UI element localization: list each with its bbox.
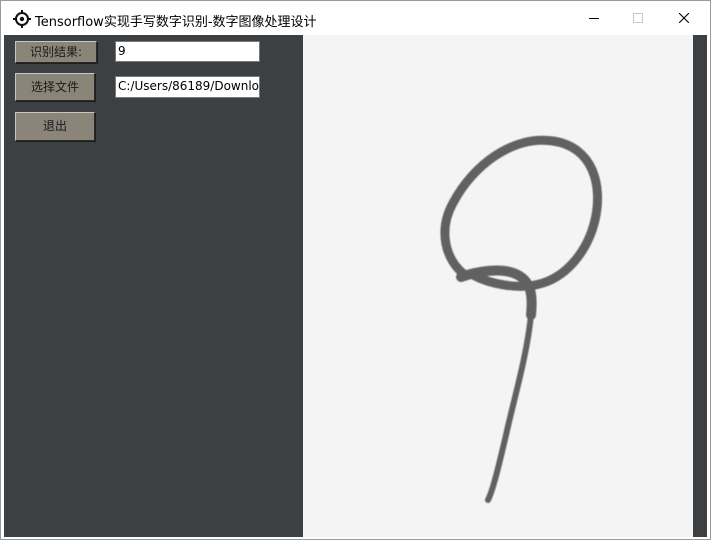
exit-button[interactable]: 退出: [15, 112, 95, 141]
minimize-icon: [589, 18, 599, 19]
close-button[interactable]: [661, 1, 707, 35]
target-crosshair-icon: [13, 10, 31, 28]
result-output-field[interactable]: 9: [115, 41, 260, 62]
window-title: Tensorflow实现手写数字识别-数字图像处理设计: [35, 15, 317, 30]
maximize-button[interactable]: [615, 1, 661, 35]
close-icon: [679, 13, 689, 23]
right-edge-bar: [693, 35, 707, 537]
minimize-button[interactable]: [571, 1, 617, 35]
handwritten-digit-image: [303, 35, 693, 537]
app-window: Tensorflow实现手写数字识别-数字图像处理设计 识别结果: 9 选择文件…: [0, 0, 711, 540]
result-label: 识别结果:: [15, 41, 97, 63]
choose-file-button[interactable]: 选择文件: [15, 73, 95, 101]
title-bar[interactable]: Tensorflow实现手写数字识别-数字图像处理设计: [1, 1, 710, 35]
maximize-icon: [633, 13, 643, 23]
client-area: 识别结果: 9 选择文件 C:/Users/86189/Downloads/ 退…: [4, 35, 707, 537]
file-path-field[interactable]: C:/Users/86189/Downloads/: [115, 76, 260, 98]
